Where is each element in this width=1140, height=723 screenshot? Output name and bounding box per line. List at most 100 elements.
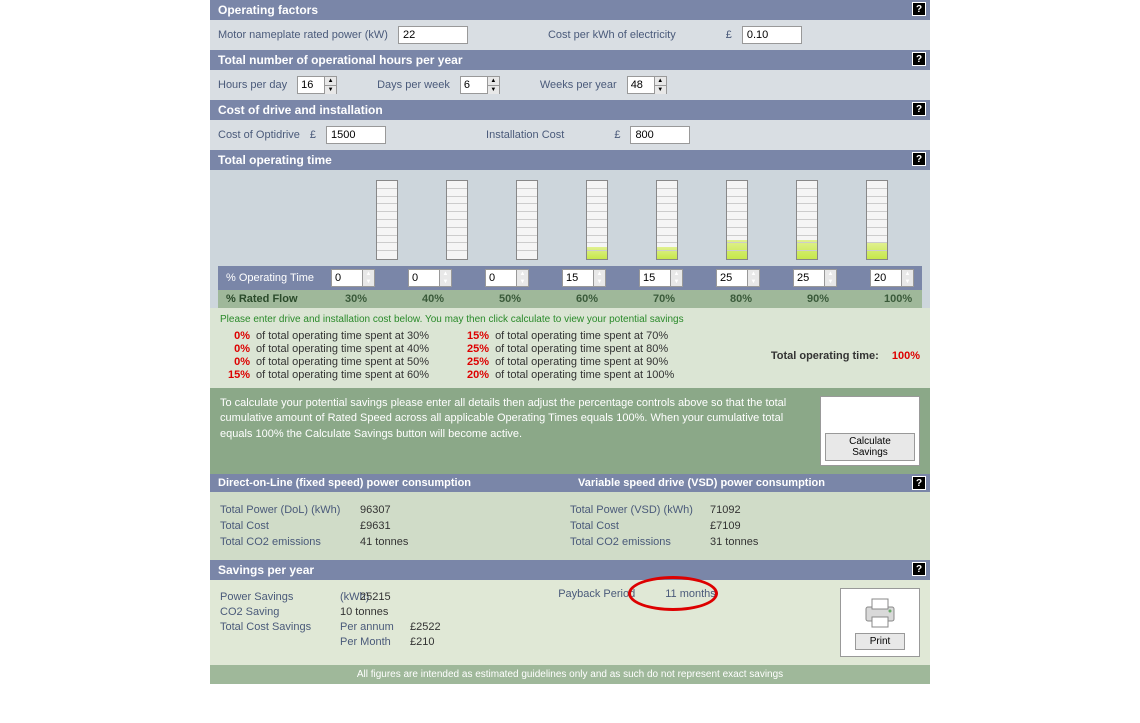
spinner-down-icon[interactable]: ▼ xyxy=(594,278,605,286)
power-savings-value: 25215 xyxy=(360,591,391,603)
summary-row: 0%of total operating time spent at 50% xyxy=(220,356,429,368)
results-body: Total Power (DoL) (kWh)96307 Total Cost£… xyxy=(210,492,930,560)
spinner-up-icon[interactable]: ▲ xyxy=(748,270,759,278)
spinner-down-icon[interactable]: ▼ xyxy=(517,278,528,286)
footer-note: All figures are intended as estimated gu… xyxy=(210,665,930,684)
motor-power-input[interactable] xyxy=(398,26,468,44)
dol-power-value: 96307 xyxy=(360,504,391,516)
spinner-up-icon[interactable]: ▲ xyxy=(594,270,605,278)
summary-body: Please enter drive and installation cost… xyxy=(210,308,930,388)
operating-time-spinner[interactable]: ▲▼ xyxy=(331,269,375,287)
pct-operating-time-label: % Operating Time xyxy=(226,272,326,284)
spinner-down-icon[interactable]: ▼ xyxy=(325,86,336,94)
cost-kwh-label: Cost per kWh of electricity xyxy=(548,29,676,41)
operating-time-spinner[interactable]: ▲▼ xyxy=(793,269,837,287)
spinner-up-icon[interactable]: ▲ xyxy=(517,270,528,278)
spinner-down-icon[interactable]: ▼ xyxy=(363,278,374,286)
spinner-up-icon[interactable]: ▲ xyxy=(655,77,666,86)
operating-time-body: % Operating Time ▲▼▲▼▲▼▲▼▲▼▲▼▲▼▲▼ % Rate… xyxy=(210,170,930,308)
help-icon[interactable]: ? xyxy=(912,152,926,166)
vsd-power-value: 71092 xyxy=(710,504,741,516)
print-button[interactable]: Print xyxy=(855,633,906,650)
operating-time-spinner[interactable]: ▲▼ xyxy=(408,269,452,287)
rated-flow-value: 30% xyxy=(345,293,375,305)
vsd-co2-value: 31 tonnes xyxy=(710,536,758,548)
motor-label: Motor nameplate rated power (kW) xyxy=(218,29,388,41)
help-icon[interactable]: ? xyxy=(912,562,926,576)
help-icon[interactable]: ? xyxy=(912,476,926,490)
operational-hours-body: Hours per day ▲▼ Days per week ▲▼ Weeks … xyxy=(210,70,930,100)
spinner-down-icon[interactable]: ▼ xyxy=(488,86,499,94)
operational-hours-header: Total number of operational hours per ye… xyxy=(210,50,930,70)
install-cost-input[interactable] xyxy=(630,126,690,144)
spinner-down-icon[interactable]: ▼ xyxy=(440,278,451,286)
cost-drive-body: Cost of Optidrive £ Installation Cost £ xyxy=(210,120,930,150)
spinner-up-icon[interactable]: ▲ xyxy=(825,270,836,278)
spinner-up-icon[interactable]: ▲ xyxy=(488,77,499,86)
summary-row: 15%of total operating time spent at 70% xyxy=(459,330,674,342)
operating-time-spinner[interactable]: ▲▼ xyxy=(870,269,914,287)
summary-note: Please enter drive and installation cost… xyxy=(220,314,920,325)
total-cost-savings-label: Total Cost Savings xyxy=(220,621,340,633)
hours-day-spinner[interactable]: ▲▼ xyxy=(297,76,337,94)
help-icon[interactable]: ? xyxy=(912,102,926,116)
spinner-down-icon[interactable]: ▼ xyxy=(748,278,759,286)
summary-row: 25%of total operating time spent at 80% xyxy=(459,343,674,355)
rated-flow-value: 90% xyxy=(807,293,837,305)
operating-time-spinner[interactable]: ▲▼ xyxy=(716,269,760,287)
spinner-up-icon[interactable]: ▲ xyxy=(363,270,374,278)
spinner-up-icon[interactable]: ▲ xyxy=(325,77,336,86)
cost-kwh-input[interactable] xyxy=(742,26,802,44)
rated-flow-value: 50% xyxy=(499,293,529,305)
operating-time-spinner[interactable]: ▲▼ xyxy=(485,269,529,287)
operating-time-bar xyxy=(516,180,538,260)
savings-header: Savings per year ? xyxy=(210,560,930,580)
spinner-down-icon[interactable]: ▼ xyxy=(671,278,682,286)
rated-flow-value: 40% xyxy=(422,293,452,305)
operating-time-spinner[interactable]: ▲▼ xyxy=(639,269,683,287)
vsd-cost-label: Total Cost xyxy=(570,520,710,532)
print-area: Print xyxy=(840,588,920,657)
vsd-co2-label: Total CO2 emissions xyxy=(570,536,710,548)
rated-flow-value: 70% xyxy=(653,293,683,305)
spinner-up-icon[interactable]: ▲ xyxy=(671,270,682,278)
summary-row: 25%of total operating time spent at 90% xyxy=(459,356,674,368)
dol-cost-label: Total Cost xyxy=(220,520,360,532)
vsd-cost-value: £7109 xyxy=(710,520,741,532)
weeks-year-spinner[interactable]: ▲▼ xyxy=(627,76,667,94)
power-savings-label: Power Savings xyxy=(220,591,340,603)
dol-power-label: Total Power (DoL) (kWh) xyxy=(220,504,360,516)
spinner-up-icon[interactable]: ▲ xyxy=(440,270,451,278)
operating-time-spinner[interactable]: ▲▼ xyxy=(562,269,606,287)
rated-flow-value: 80% xyxy=(730,293,760,305)
total-operating-time: Total operating time: 100% xyxy=(771,350,920,362)
calculator-icon: 🖩 xyxy=(825,401,915,431)
optidrive-cost-input[interactable] xyxy=(326,126,386,144)
operating-time-bar xyxy=(726,180,748,260)
rated-flow-value: 100% xyxy=(884,293,914,305)
co2-saving-label: CO2 Saving xyxy=(220,606,340,618)
spinner-down-icon[interactable]: ▼ xyxy=(902,278,913,286)
help-icon[interactable]: ? xyxy=(912,2,926,16)
currency-label: £ xyxy=(726,29,732,41)
savings-body: Power Savings (kWh) 25215 CO2 Saving 10 … xyxy=(210,580,930,665)
operating-time-bar xyxy=(796,180,818,260)
calc-button-area: 🖩 Calculate Savings xyxy=(820,396,920,466)
operating-time-bar xyxy=(866,180,888,260)
days-week-label: Days per week xyxy=(377,79,450,91)
spinner-down-icon[interactable]: ▼ xyxy=(825,278,836,286)
rated-flow-value: 60% xyxy=(576,293,606,305)
rated-flow-label: % Rated Flow xyxy=(226,293,333,305)
payback-value: 11 months xyxy=(665,588,716,600)
help-icon[interactable]: ? xyxy=(912,52,926,66)
spinner-up-icon[interactable]: ▲ xyxy=(902,270,913,278)
operating-time-bar xyxy=(376,180,398,260)
summary-row: 0%of total operating time spent at 40% xyxy=(220,343,429,355)
days-week-spinner[interactable]: ▲▼ xyxy=(460,76,500,94)
spinner-down-icon[interactable]: ▼ xyxy=(655,86,666,94)
calculate-savings-button[interactable]: Calculate Savings xyxy=(825,433,915,461)
weeks-year-label: Weeks per year xyxy=(540,79,617,91)
payback-period: Payback Period 11 months xyxy=(558,588,840,600)
cost-drive-header: Cost of drive and installation ? xyxy=(210,100,930,120)
operating-factors-header: Operating factors ? xyxy=(210,0,930,20)
